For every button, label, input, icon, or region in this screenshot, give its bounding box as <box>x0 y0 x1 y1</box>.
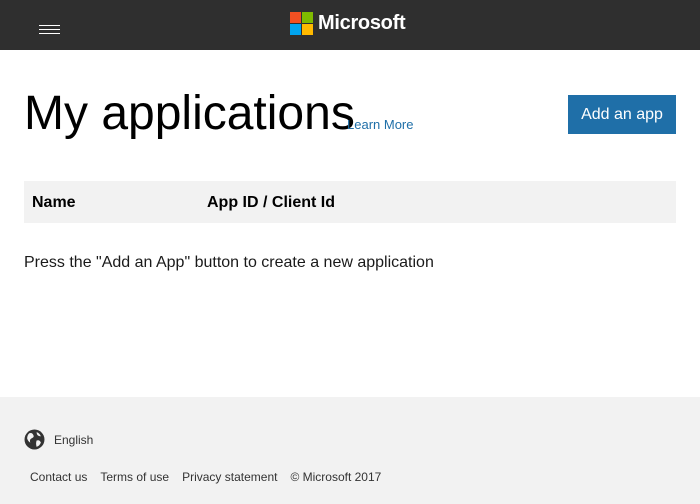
footer: English Contact us Terms of use Privacy … <box>0 397 700 504</box>
brand-name: Microsoft <box>318 11 406 34</box>
empty-state-message: Press the "Add an App" button to create … <box>24 254 434 271</box>
footer-links: Contact us Terms of use Privacy statemen… <box>30 470 381 484</box>
language-label: English <box>54 432 94 447</box>
copyright-text: © Microsoft 2017 <box>290 470 382 484</box>
privacy-statement-link[interactable]: Privacy statement <box>182 470 277 484</box>
language-selector[interactable]: English <box>24 429 93 450</box>
top-navigation-bar: Microsoft <box>0 0 700 50</box>
applications-table-header: Name App ID / Client Id <box>24 181 676 223</box>
terms-of-use-link[interactable]: Terms of use <box>100 470 169 484</box>
microsoft-brand[interactable]: Microsoft <box>290 11 406 35</box>
page-title: My applications <box>24 87 355 140</box>
hamburger-menu-icon[interactable] <box>39 25 60 36</box>
add-an-app-button[interactable]: Add an app <box>568 95 676 134</box>
learn-more-link[interactable]: Learn More <box>347 117 413 132</box>
globe-icon <box>24 429 45 450</box>
contact-us-link[interactable]: Contact us <box>30 470 87 484</box>
column-header-app-id: App ID / Client Id <box>207 194 335 211</box>
microsoft-logo-icon <box>290 11 313 35</box>
column-header-name: Name <box>32 194 76 211</box>
